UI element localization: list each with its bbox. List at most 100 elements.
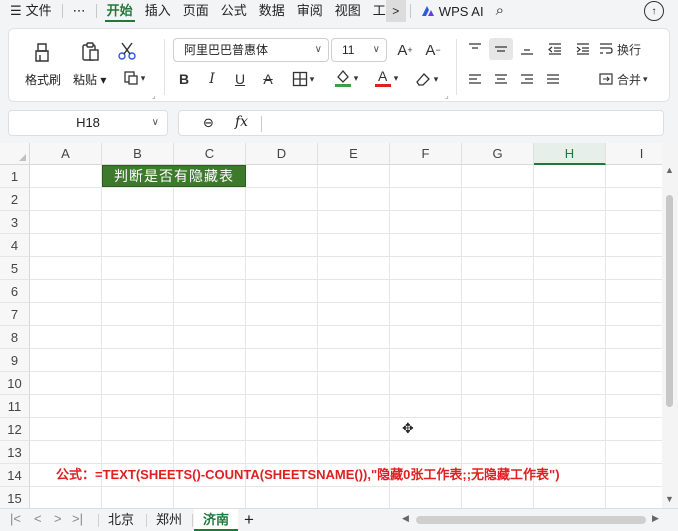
distributed-align-icon[interactable] [543,69,563,89]
scroll-down-icon[interactable]: ▼ [665,494,674,504]
wrap-text-button[interactable]: 换行 [599,39,653,59]
column-header-h[interactable]: H [534,143,606,165]
italic-icon[interactable]: I [203,69,221,89]
decrease-font-size-icon[interactable]: A − [423,39,443,61]
tab-page[interactable]: 页面 [177,0,215,22]
tab-home[interactable]: 开始 [101,0,139,22]
sheet-tab-zhengzhou[interactable]: 郑州 [148,509,190,531]
paste-label[interactable]: 粘贴 ▾ [73,71,106,88]
increase-indent-icon[interactable] [573,39,593,59]
search-icon[interactable]: ⌕ [490,0,510,22]
row-header-11[interactable]: 11 [0,395,30,418]
format-painter-icon[interactable] [29,39,55,65]
scroll-up-icon[interactable]: ▲ [665,165,674,175]
row-header-8[interactable]: 8 [0,326,30,349]
strikethrough-icon[interactable]: A [259,69,277,89]
horizontal-scroll-thumb[interactable] [416,516,646,524]
tab-view[interactable]: 视图 [329,0,367,22]
row-header-14[interactable]: 14 [0,464,30,487]
font-name-select[interactable]: 阿里巴巴普惠体 ∨ [173,38,329,62]
font-dialog-launcher-icon[interactable]: ⌟ [445,91,449,100]
tab-formula[interactable]: 公式 [215,0,253,22]
tab-tools[interactable]: 工 [367,0,386,22]
vertical-scrollbar[interactable]: ▲ ▼ [662,143,678,508]
column-header-g[interactable]: G [462,143,534,165]
fill-color-icon[interactable]: ▾ [329,67,363,89]
title-cell-b1[interactable]: 判断是否有隐藏表 [102,165,246,187]
name-box[interactable]: H18 ∨ [8,110,168,136]
font-color-icon[interactable]: A ▾ [369,67,403,89]
format-painter-label[interactable]: 格式刷 [25,71,61,88]
merge-cells-button[interactable]: 合并 ▾ [599,69,661,89]
last-sheet-icon[interactable]: >| [72,511,83,526]
tab-review[interactable]: 审阅 [291,0,329,22]
row-header-6[interactable]: 6 [0,280,30,303]
align-left-icon[interactable] [465,69,485,89]
menu-file[interactable]: 文件 [24,0,58,22]
row-header-4[interactable]: 4 [0,234,30,257]
hamburger-menu-icon[interactable]: ☰ [0,0,24,22]
row-header-1[interactable]: 1 [0,165,30,188]
cloud-upload-icon[interactable]: ↑ [644,1,664,21]
row-header-3[interactable]: 3 [0,211,30,234]
wps-ai-button[interactable]: WPS AI [415,4,490,19]
borders-icon[interactable]: ▾ [287,69,319,89]
row-header-5[interactable]: 5 [0,257,30,280]
column-header-i[interactable]: I [606,143,662,165]
insert-function-icon[interactable]: fx [235,114,248,130]
bold-icon[interactable]: B [175,69,193,89]
copy-icon[interactable]: ▾ [117,67,151,89]
sheet-tab-beijing[interactable]: 北京 [100,509,142,531]
align-center-icon[interactable] [491,69,511,89]
vertical-scroll-thumb[interactable] [666,195,673,407]
decrease-indent-icon[interactable] [545,39,565,59]
font-size-value: 11 [342,43,355,57]
column-header-f[interactable]: F [390,143,462,165]
sheet-tab-jinan[interactable]: 济南 [194,509,238,531]
formula-input[interactable] [269,111,659,135]
first-sheet-icon[interactable]: |< [10,511,21,526]
font-size-select[interactable]: 11 ∨ [331,38,387,62]
row-header-13[interactable]: 13 [0,441,30,464]
add-sheet-button[interactable]: + [244,509,254,531]
increase-font-size-icon[interactable]: A + [395,39,415,61]
column-header-d[interactable]: D [246,143,318,165]
align-top-icon[interactable] [465,39,485,59]
column-header-a[interactable]: A [30,143,102,165]
menu-more[interactable]: ⋯ [67,0,92,22]
column-header-b[interactable]: B [102,143,174,165]
cut-icon[interactable] [115,39,139,63]
column-header-c[interactable]: C [174,143,246,165]
tab-insert[interactable]: 插入 [139,0,177,22]
row-header-15[interactable]: 15 [0,487,30,508]
clear-format-icon[interactable]: ▾ [409,69,443,89]
row-header-12[interactable]: 12 [0,418,30,441]
spreadsheet-grid[interactable]: ABCDEFGHI 1 2 3 4 5 6 7 8 9 10 11 12 13 14 15 判断是否有隐藏表… [0,143,662,508]
scroll-right-icon[interactable]: ▶ [652,513,659,524]
chevron-right-icon[interactable]: > [385,0,406,22]
paste-icon[interactable] [77,39,103,65]
prev-sheet-icon[interactable]: < [34,511,42,526]
grid-row-line [30,325,662,326]
row-header-7[interactable]: 7 [0,303,30,326]
row-header-10[interactable]: 10 [0,372,30,395]
row-header-2[interactable]: 2 [0,188,30,211]
chevron-down-icon: ∨ [372,44,380,55]
align-right-icon[interactable] [517,69,537,89]
clipboard-dialog-launcher-icon[interactable]: ⌟ [152,91,156,100]
underline-icon[interactable]: U [231,69,249,89]
tab-data[interactable]: 数据 [253,0,291,22]
row-header-9[interactable]: 9 [0,349,30,372]
scroll-left-icon[interactable]: ◀ [402,513,409,524]
next-sheet-icon[interactable]: > [54,511,62,526]
wrap-text-icon [600,43,613,54]
zoom-formula-icon[interactable]: ⊖ [203,115,214,131]
wrap-text-label: 换行 [617,42,642,57]
formula-bar-separator [261,116,262,132]
column-header-e[interactable]: E [318,143,390,165]
menu-separator [95,4,97,18]
grid-row-line [30,210,662,211]
align-bottom-icon[interactable] [517,39,537,59]
align-middle-icon[interactable] [489,38,513,60]
select-all-corner[interactable] [0,143,30,165]
